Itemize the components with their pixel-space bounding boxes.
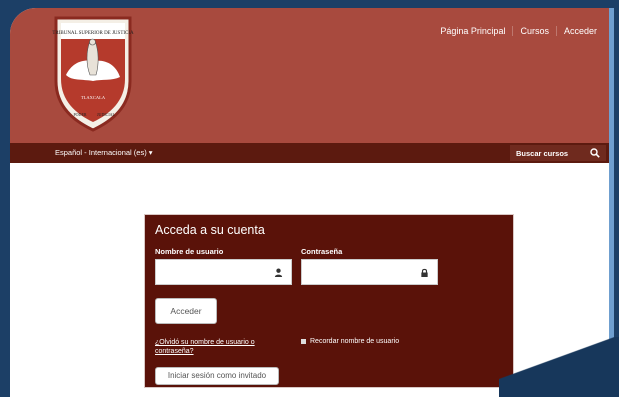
window-corner xyxy=(499,337,619,397)
language-selector[interactable]: Español - Internacional (es) ▾ xyxy=(55,148,153,157)
top-navigation: Página Principal Cursos Acceder xyxy=(433,26,604,36)
court-seal-logo: TRIBUNAL SUPERIOR DE JUSTICIA TLAXCALA P… xyxy=(52,16,134,132)
remember-username[interactable]: Recordar nombre de usuario xyxy=(301,338,399,345)
svg-text:PODER: PODER xyxy=(73,112,86,117)
username-field[interactable] xyxy=(155,259,292,285)
password-input[interactable] xyxy=(302,260,437,284)
lock-icon xyxy=(421,268,428,277)
search-icon[interactable] xyxy=(590,148,600,158)
guest-login-button[interactable]: Iniciar sesión como invitado xyxy=(155,367,279,385)
login-title: Acceda a su cuenta xyxy=(155,223,265,237)
window-frame: TRIBUNAL SUPERIOR DE JUSTICIA TLAXCALA P… xyxy=(0,0,619,397)
password-label: Contraseña xyxy=(301,247,343,256)
remember-checkbox[interactable] xyxy=(301,339,306,344)
username-label: Nombre de usuario xyxy=(155,247,224,256)
login-submit-button[interactable]: Acceder xyxy=(155,298,217,324)
svg-text:JUDICIAL: JUDICIAL xyxy=(97,112,116,117)
nav-courses-link[interactable]: Cursos xyxy=(512,26,556,36)
username-input[interactable] xyxy=(156,260,291,284)
search-input[interactable]: Buscar cursos xyxy=(516,149,568,158)
remember-label: Recordar nombre de usuario xyxy=(310,338,400,345)
login-panel: Acceda a su cuenta Nombre de usuario Con… xyxy=(144,214,514,388)
svg-text:TLAXCALA: TLAXCALA xyxy=(81,95,106,100)
course-search[interactable]: Buscar cursos xyxy=(510,145,606,161)
site-header: TRIBUNAL SUPERIOR DE JUSTICIA TLAXCALA P… xyxy=(10,8,609,143)
user-icon xyxy=(274,268,283,277)
password-field[interactable] xyxy=(301,259,438,285)
nav-home-link[interactable]: Página Principal xyxy=(433,26,512,36)
nav-login-link[interactable]: Acceder xyxy=(555,26,604,36)
language-bar: Español - Internacional (es) ▾ Buscar cu… xyxy=(10,143,609,163)
svg-text:TRIBUNAL SUPERIOR DE JUSTICIA: TRIBUNAL SUPERIOR DE JUSTICIA xyxy=(52,31,134,36)
forgot-credentials-link[interactable]: ¿Olvidó su nombre de usuario o contraseñ… xyxy=(155,338,279,356)
